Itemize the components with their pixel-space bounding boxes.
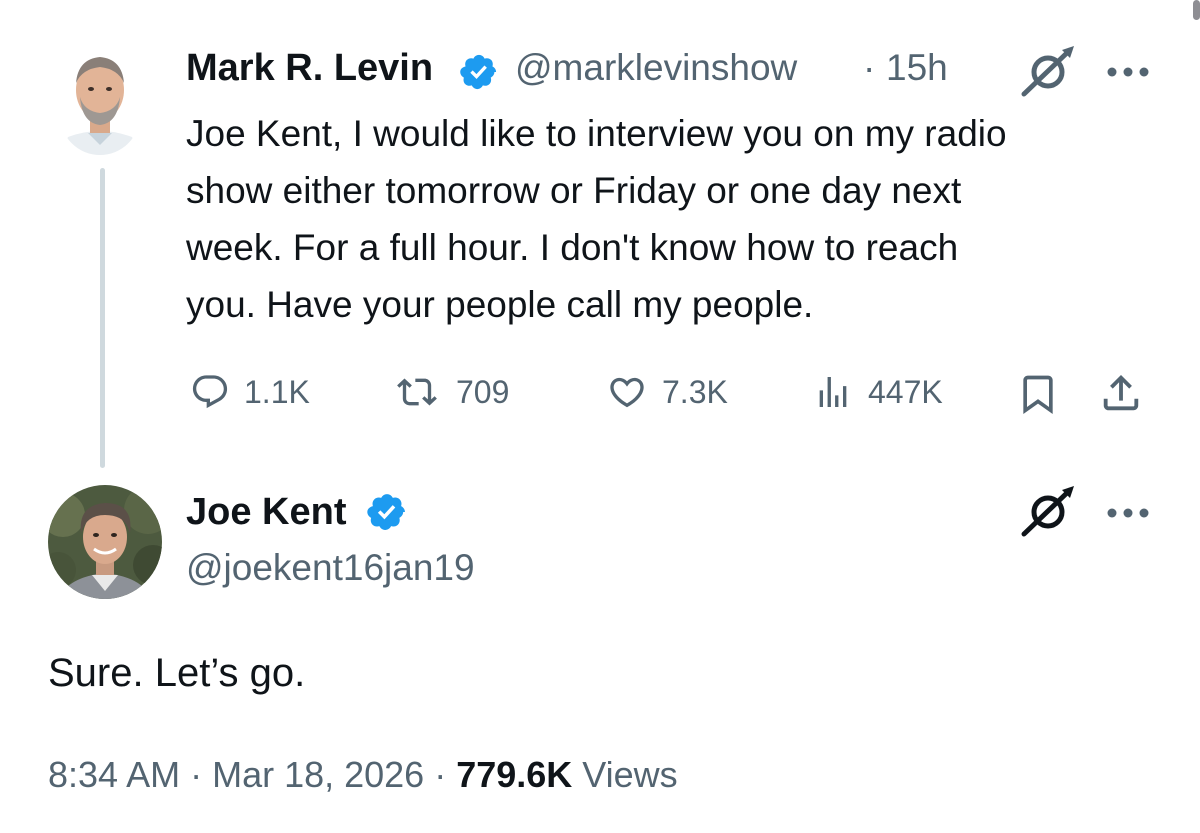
like-icon	[610, 377, 644, 408]
reply-meta: 8:34 AM · Mar 18, 2026 · 779.6K Views	[48, 752, 678, 798]
reply-button[interactable]: 1.1K	[188, 372, 310, 412]
tweet-text: Joe Kent, I would like to interview you …	[186, 113, 1007, 325]
like-button[interactable]: 7.3K	[604, 372, 728, 412]
scrollbar-thumb[interactable]	[1193, 0, 1200, 20]
repost-count: 709	[456, 374, 510, 410]
repost-icon	[397, 378, 437, 406]
slashed-circle-icon[interactable]	[1018, 484, 1078, 540]
analytics-button[interactable]: 447K	[810, 372, 943, 412]
reply-author-handle[interactable]: @joekent16jan19	[186, 546, 475, 590]
like-count: 7.3K	[662, 374, 728, 410]
reply-text: Sure. Let’s go.	[48, 651, 306, 695]
analytics-icon	[819, 377, 847, 407]
reply-timestamp[interactable]: 8:34 AM · Mar 18, 2026 ·	[48, 754, 456, 795]
slashed-circle-icon[interactable]	[1018, 44, 1078, 100]
reply-count: 1.1K	[244, 374, 310, 410]
repost-button[interactable]: 709	[390, 372, 509, 412]
share-button[interactable]	[1098, 370, 1144, 416]
view-count: 447K	[868, 374, 943, 410]
more-dots-icon[interactable]	[1104, 505, 1152, 521]
avatar-joe-kent[interactable]	[48, 485, 162, 599]
reply-views-label: Views	[572, 754, 678, 795]
separator-dot: ·	[863, 47, 876, 88]
avatar-mark-levin[interactable]	[60, 45, 140, 155]
verified-badge-icon	[366, 491, 408, 533]
bookmark-icon	[1023, 375, 1053, 415]
bookmark-button[interactable]	[1016, 372, 1060, 416]
reply-views-count: 779.6K	[456, 754, 573, 795]
share-icon	[1103, 374, 1139, 411]
more-dots-icon[interactable]	[1104, 64, 1152, 80]
reply-author-name[interactable]: Joe Kent	[186, 490, 346, 534]
thread-connector	[100, 168, 105, 468]
reply-icon	[192, 375, 228, 409]
author-handle[interactable]: @marklevinshow	[515, 46, 797, 90]
verified-badge-icon	[459, 52, 499, 92]
tweet-time[interactable]: 15h	[886, 46, 948, 90]
author-name[interactable]: Mark R. Levin	[186, 46, 433, 90]
